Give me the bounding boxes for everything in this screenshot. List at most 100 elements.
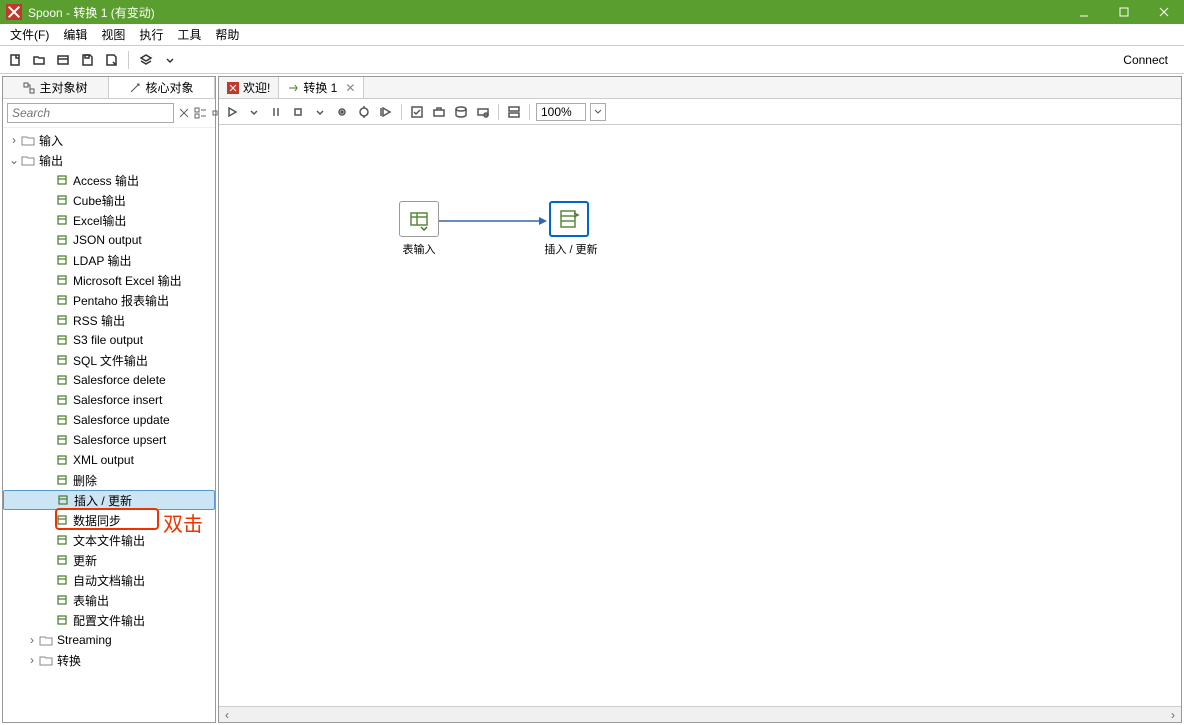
save-icon[interactable]: [78, 51, 96, 69]
save-as-icon[interactable]: [102, 51, 120, 69]
step-icon: [55, 213, 69, 227]
menu-file[interactable]: 文件(F): [4, 24, 55, 45]
dropdown-icon[interactable]: [161, 51, 179, 69]
folder-icon: [39, 634, 53, 646]
new-file-icon[interactable]: [6, 51, 24, 69]
scroll-right-icon[interactable]: ›: [1165, 708, 1181, 722]
zoom-dropdown-icon[interactable]: [590, 103, 606, 121]
editor-area: 欢迎! 转换 1 ✕: [218, 76, 1182, 723]
maximize-button[interactable]: [1104, 0, 1144, 24]
tree-step-item[interactable]: Cube输出: [3, 190, 215, 210]
hop-arrow[interactable]: [439, 215, 549, 230]
tree-step-item[interactable]: Microsoft Excel 输出: [3, 270, 215, 290]
menu-help[interactable]: 帮助: [209, 24, 245, 45]
tree-step-item[interactable]: RSS 输出: [3, 310, 215, 330]
stop-icon[interactable]: [289, 103, 307, 121]
menu-edit[interactable]: 编辑: [57, 24, 93, 45]
tree-view[interactable]: › 输入 ⌄ 输出 Access 输出Cube输出Excel输出JSON out…: [3, 128, 215, 722]
tree-step-item[interactable]: 表输出: [3, 590, 215, 610]
annotation-label: 双击: [163, 508, 203, 537]
tree-step-item[interactable]: Salesforce update: [3, 410, 215, 430]
step-icon: [55, 373, 69, 387]
tab-core-objects[interactable]: 核心对象: [109, 77, 215, 98]
transform-tab-icon: [287, 82, 299, 94]
tree-category-output[interactable]: ⌄ 输出: [3, 150, 215, 170]
tree-step-item[interactable]: JSON output: [3, 230, 215, 250]
main-toolbar: Connect: [0, 46, 1184, 74]
expand-tree-icon[interactable]: [194, 104, 208, 122]
menu-tools[interactable]: 工具: [171, 24, 207, 45]
tree-step-item[interactable]: Access 输出: [3, 170, 215, 190]
scroll-left-icon[interactable]: ‹: [219, 708, 235, 722]
tree-step-item[interactable]: 更新: [3, 550, 215, 570]
menu-view[interactable]: 视图: [95, 24, 131, 45]
tree-category-streaming[interactable]: › Streaming: [3, 630, 215, 650]
step-insert-update[interactable]: [549, 201, 589, 237]
preview-icon[interactable]: [333, 103, 351, 121]
dropdown-icon[interactable]: [311, 103, 329, 121]
step-icon: [55, 393, 69, 407]
step-icon: [55, 453, 69, 467]
tab-core-objects-label: 核心对象: [145, 79, 193, 96]
tree-category-transform[interactable]: › 转换: [3, 650, 215, 670]
tree-step-item[interactable]: Salesforce insert: [3, 390, 215, 410]
step-icon: [55, 293, 69, 307]
tree-step-item[interactable]: Excel输出: [3, 210, 215, 230]
step-icon: [55, 533, 69, 547]
step-insert-update-label: 插入 / 更新: [535, 241, 607, 257]
menu-run[interactable]: 执行: [133, 24, 169, 45]
folder-icon: [39, 654, 53, 666]
tree-step-item[interactable]: Pentaho 报表输出: [3, 290, 215, 310]
step-icon: [55, 333, 69, 347]
debug-icon[interactable]: [355, 103, 373, 121]
tab-object-tree[interactable]: 主对象树: [3, 77, 109, 98]
step-icon: [55, 613, 69, 627]
perspective-icon[interactable]: [137, 51, 155, 69]
pause-icon[interactable]: [267, 103, 285, 121]
tab-transform-1[interactable]: 转换 1 ✕: [279, 77, 364, 98]
tree-step-item[interactable]: Salesforce upsert: [3, 430, 215, 450]
tree-step-item[interactable]: 删除: [3, 470, 215, 490]
close-tab-icon[interactable]: ✕: [345, 81, 355, 95]
replay-icon[interactable]: [377, 103, 395, 121]
canvas[interactable]: 表输入 插入 / 更新: [219, 125, 1181, 706]
impact-icon[interactable]: [430, 103, 448, 121]
tree-step-item[interactable]: 自动文档输出: [3, 570, 215, 590]
folder-icon: [21, 154, 35, 166]
tree-step-item[interactable]: Salesforce delete: [3, 370, 215, 390]
step-icon: [55, 273, 69, 287]
tree-category-input[interactable]: › 输入: [3, 130, 215, 150]
step-icon: [55, 193, 69, 207]
menu-bar: 文件(F) 编辑 视图 执行 工具 帮助: [0, 24, 1184, 46]
step-icon: [55, 573, 69, 587]
tree-step-item[interactable]: 配置文件输出: [3, 610, 215, 630]
step-table-input[interactable]: [399, 201, 439, 237]
tree-step-item[interactable]: S3 file output: [3, 330, 215, 350]
step-icon: [55, 433, 69, 447]
tab-object-tree-label: 主对象树: [39, 79, 87, 96]
horizontal-scrollbar[interactable]: ‹ ›: [219, 706, 1181, 722]
run-icon[interactable]: [223, 103, 241, 121]
dropdown-icon[interactable]: [245, 103, 263, 121]
connect-button[interactable]: Connect: [1113, 51, 1178, 69]
search-input[interactable]: [7, 103, 174, 123]
verify-icon[interactable]: [408, 103, 426, 121]
open-file-icon[interactable]: [30, 51, 48, 69]
clear-search-icon[interactable]: [178, 104, 190, 122]
sql-icon[interactable]: [452, 103, 470, 121]
close-button[interactable]: [1144, 0, 1184, 24]
minimize-button[interactable]: [1064, 0, 1104, 24]
zoom-input[interactable]: [536, 103, 586, 121]
app-icon: [6, 4, 22, 20]
tree-step-item[interactable]: XML output: [3, 450, 215, 470]
show-results-icon[interactable]: [505, 103, 523, 121]
explore-db-icon[interactable]: [474, 103, 492, 121]
step-icon: [55, 553, 69, 567]
tab-welcome[interactable]: 欢迎!: [219, 77, 279, 98]
tree-step-item[interactable]: 插入 / 更新: [3, 490, 215, 510]
welcome-tab-icon: [227, 82, 239, 94]
explore-icon[interactable]: [54, 51, 72, 69]
tree-step-item[interactable]: LDAP 输出: [3, 250, 215, 270]
canvas-toolbar: [219, 99, 1181, 125]
tree-step-item[interactable]: SQL 文件输出: [3, 350, 215, 370]
